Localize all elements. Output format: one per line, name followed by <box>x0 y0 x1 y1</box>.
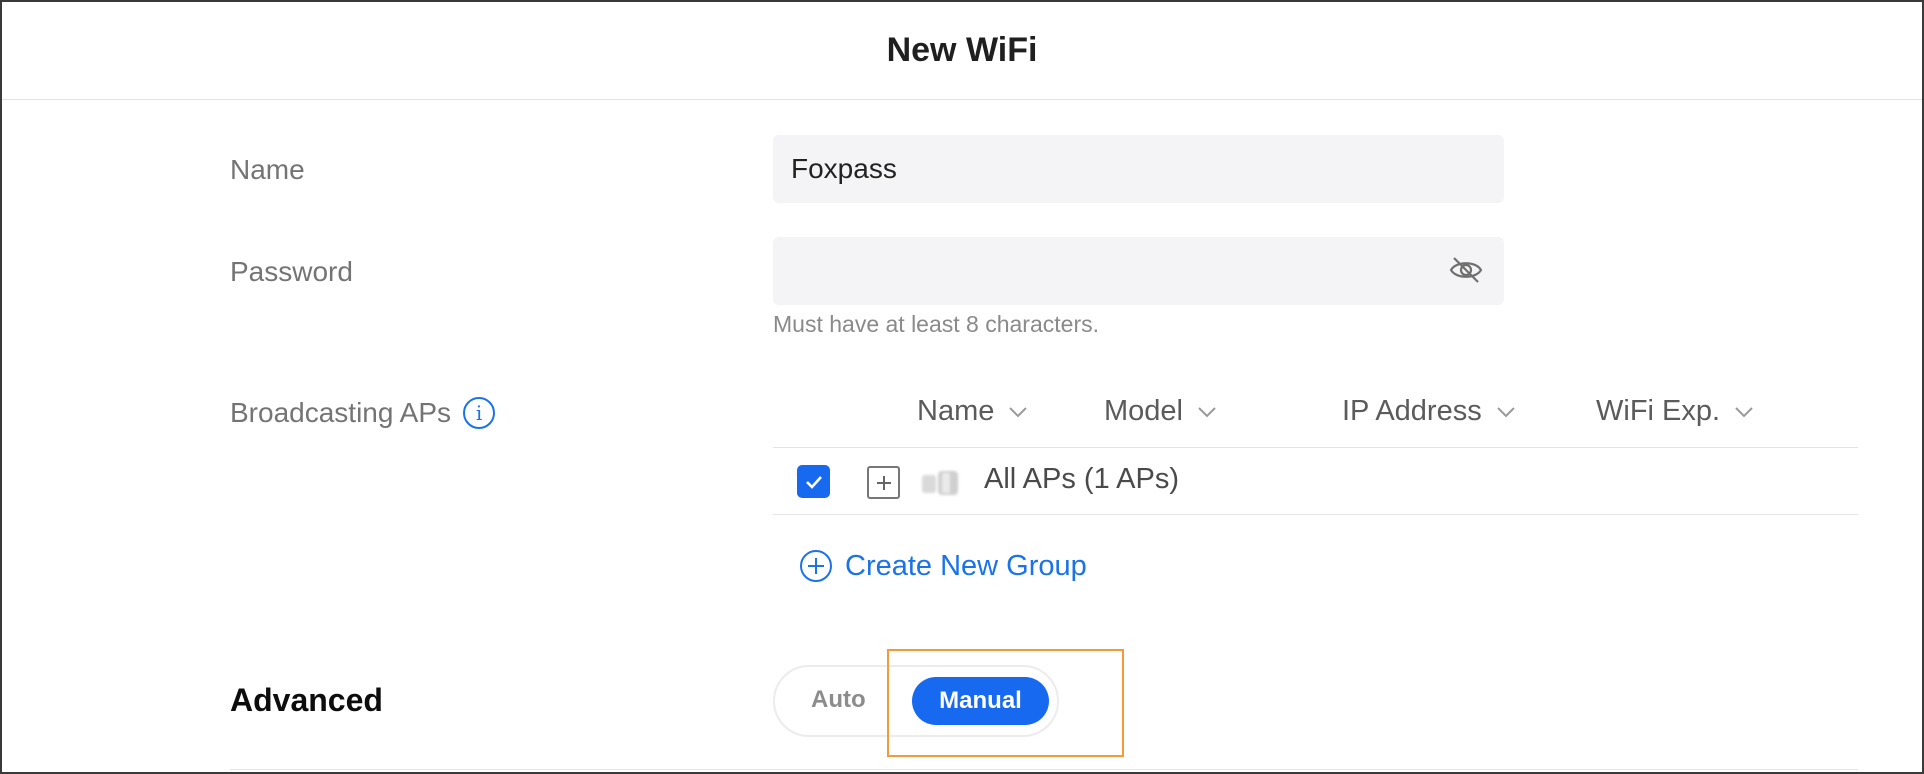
auto-option[interactable]: Auto <box>811 686 866 714</box>
all-aps-label: All APs (1 APs) <box>984 463 1180 495</box>
chevron-down-icon <box>1497 406 1515 417</box>
eye-off-icon <box>1449 257 1483 283</box>
name-label: Name <box>230 154 305 185</box>
highlight-box <box>887 649 1124 757</box>
table-divider <box>773 447 1858 448</box>
broadcasting-aps-label: Broadcasting APs i <box>230 396 496 431</box>
column-header-label: Name <box>917 395 995 427</box>
column-header-wifi-exp[interactable]: WiFi Exp. <box>1596 395 1754 428</box>
column-header-name[interactable]: Name <box>917 395 1028 428</box>
plus-circle-icon <box>800 550 832 582</box>
section-divider <box>230 769 1858 770</box>
column-header-label: IP Address <box>1342 395 1482 427</box>
chevron-down-icon <box>1735 406 1753 417</box>
create-new-group-label: Create New Group <box>845 549 1087 582</box>
checkmark-icon <box>805 475 822 489</box>
plus-icon <box>876 475 891 490</box>
name-input[interactable] <box>773 135 1504 203</box>
create-new-group-button[interactable]: Create New Group <box>799 549 1087 583</box>
chevron-down-icon <box>1198 406 1216 417</box>
column-header-label: Model <box>1104 395 1183 427</box>
access-point-device-icon <box>922 471 958 495</box>
modal-window: New WiFi Name Password Must have at leas… <box>0 0 1924 774</box>
password-input[interactable] <box>773 237 1504 305</box>
password-visibility-toggle[interactable] <box>1447 253 1485 287</box>
broadcasting-aps-text: Broadcasting APs <box>230 397 452 428</box>
column-header-label: WiFi Exp. <box>1596 395 1721 427</box>
chevron-down-icon <box>1009 406 1028 417</box>
table-divider <box>773 514 1858 515</box>
modal-header: New WiFi <box>2 2 1922 100</box>
column-header-ip-address[interactable]: IP Address <box>1342 395 1516 428</box>
advanced-label: Advanced <box>230 682 383 718</box>
expand-row-button[interactable] <box>867 466 900 499</box>
all-aps-checkbox[interactable] <box>797 465 830 498</box>
password-label: Password <box>230 256 353 287</box>
info-icon[interactable]: i <box>463 396 496 429</box>
password-hint: Must have at least 8 characters. <box>773 311 1099 337</box>
column-header-model[interactable]: Model <box>1104 395 1217 428</box>
page-title: New WiFi <box>886 31 1038 69</box>
